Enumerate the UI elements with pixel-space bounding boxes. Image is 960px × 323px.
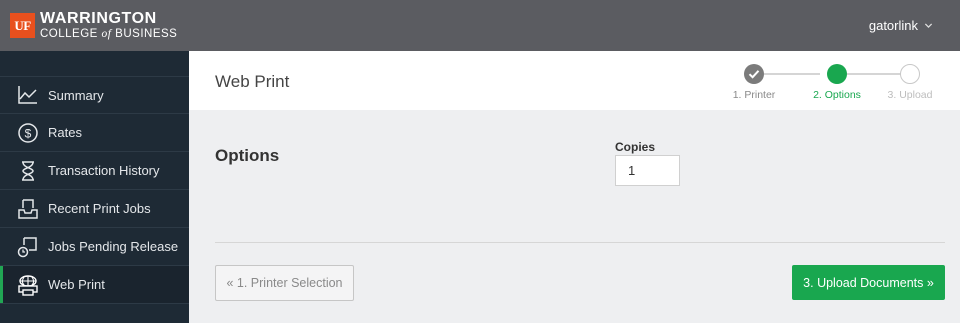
upload-documents-button[interactable]: 3. Upload Documents » <box>792 265 945 300</box>
sidebar-item-label: Recent Print Jobs <box>48 201 151 216</box>
sidebar-item-jobs-pending-release[interactable]: Jobs Pending Release <box>0 228 189 266</box>
sidebar-item-summary[interactable]: Summary <box>0 76 189 114</box>
logo-line-2: COLLEGE of BUSINESS <box>40 28 178 40</box>
sidebar-item-rates[interactable]: $ Rates <box>0 114 189 152</box>
divider <box>215 242 945 243</box>
wizard-stepper: 1. Printer 2. Options 3. Upload <box>733 63 937 103</box>
sidebar: Summary $ Rates Transaction History Rece… <box>0 51 189 323</box>
sidebar-item-transaction-history[interactable]: Transaction History <box>0 152 189 190</box>
step-2-current-indicator <box>827 64 847 84</box>
chevron-down-icon <box>924 23 933 29</box>
step-1-complete-indicator[interactable] <box>744 64 764 84</box>
copies-label: Copies <box>615 140 656 154</box>
sidebar-item-label: Jobs Pending Release <box>48 239 179 254</box>
pending-release-icon <box>17 236 39 258</box>
copies-input[interactable] <box>615 155 680 186</box>
globe-printer-icon <box>17 274 39 296</box>
sidebar-item-label: Web Print <box>48 277 105 292</box>
previous-step-button[interactable]: « 1. Printer Selection <box>215 265 354 301</box>
uf-logo-mark: UF <box>10 13 35 39</box>
sidebar-item-label: Rates <box>48 125 82 140</box>
sidebar-item-recent-print-jobs[interactable]: Recent Print Jobs <box>0 190 189 228</box>
svg-text:$: $ <box>25 126 32 140</box>
step-3-upcoming-indicator <box>900 64 920 84</box>
sidebar-item-label: Summary <box>48 87 104 103</box>
hourglass-icon <box>17 160 39 182</box>
step-connector <box>847 73 903 75</box>
top-bar: UF WARRINGTON COLLEGE of BUSINESS gatorl… <box>0 0 960 51</box>
main-content: Options Copies « 1. Printer Selection 3.… <box>189 110 960 323</box>
sidebar-item-label: Transaction History <box>48 163 160 178</box>
section-title: Options <box>215 146 280 165</box>
logo-text: WARRINGTON COLLEGE of BUSINESS <box>40 11 177 41</box>
college-logo[interactable]: UF WARRINGTON COLLEGE of BUSINESS <box>10 11 177 41</box>
step-2-label: 2. Options <box>813 89 861 101</box>
step-connector <box>764 73 820 75</box>
sidebar-item-web-print[interactable]: Web Print <box>0 266 189 304</box>
dollar-circle-icon: $ <box>17 122 39 144</box>
page-title: Web Print <box>215 72 290 91</box>
user-menu[interactable]: gatorlink <box>869 18 933 33</box>
line-chart-icon <box>17 84 39 106</box>
step-3-label: 3. Upload <box>887 89 933 101</box>
page-header: Web Print 1. Printer 2. Options 3. Uploa… <box>189 51 960 110</box>
logo-line-1: WARRINGTON <box>40 10 157 27</box>
inbox-tray-icon <box>17 198 39 220</box>
username: gatorlink <box>868 18 918 33</box>
checkmark-icon <box>748 70 760 79</box>
step-1-label[interactable]: 1. Printer <box>733 89 776 101</box>
